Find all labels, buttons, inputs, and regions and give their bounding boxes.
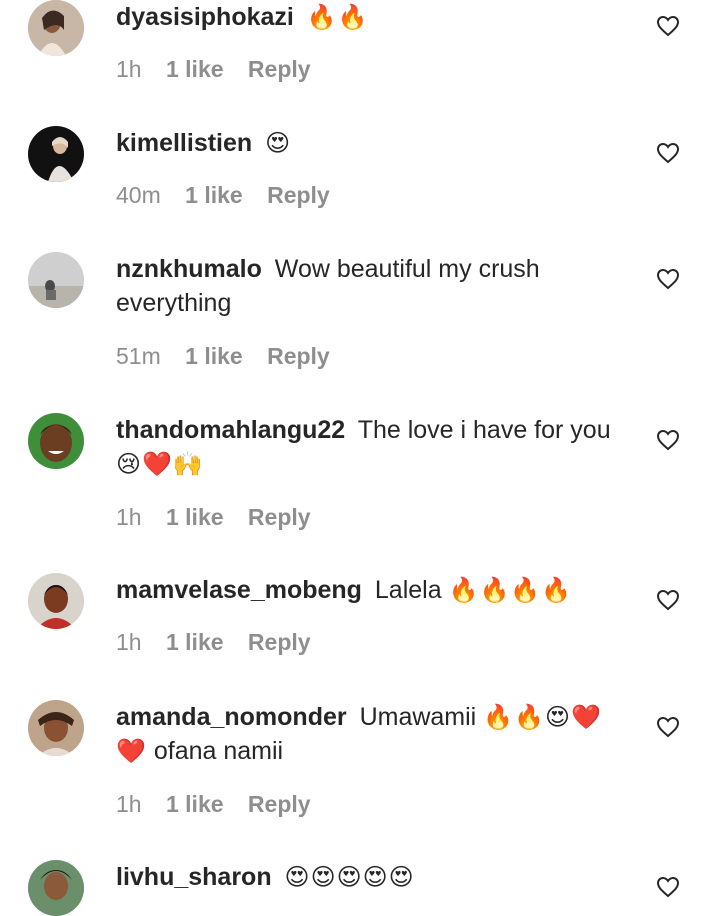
- comment-text: kimellistien 😍: [116, 126, 631, 160]
- heart-outline-icon[interactable]: [656, 15, 680, 37]
- comment-username[interactable]: kimellistien: [116, 129, 252, 157]
- heart-outline-icon[interactable]: [656, 589, 680, 611]
- comment-meta: 1h 1 like Reply: [116, 504, 329, 531]
- comment-meta: 1h 1 like Reply: [116, 629, 329, 656]
- avatar[interactable]: [28, 252, 84, 308]
- comment-meta: 1h 1 like Reply: [116, 56, 329, 83]
- comment-time: 1h: [116, 56, 142, 82]
- comment-text: mamvelase_mobeng Lalela 🔥🔥🔥🔥: [116, 573, 631, 607]
- comment-body: The love i have for you: [357, 416, 611, 444]
- comment-time: 40m: [116, 182, 161, 208]
- avatar-image: [28, 0, 84, 56]
- avatar[interactable]: [28, 860, 84, 916]
- like-count[interactable]: 1 like: [185, 182, 243, 208]
- heart-outline-icon[interactable]: [656, 876, 680, 898]
- avatar[interactable]: [28, 0, 84, 56]
- comment-body: Lalela: [374, 576, 442, 604]
- comment-time: 1h: [116, 504, 142, 530]
- reply-button[interactable]: Reply: [248, 791, 311, 817]
- avatar-image: [28, 700, 84, 756]
- comment-username[interactable]: nznkhumalo: [116, 255, 262, 283]
- avatar-image: [28, 126, 84, 182]
- reply-button[interactable]: Reply: [248, 629, 311, 655]
- avatar[interactable]: [28, 573, 84, 629]
- comment-emoji: 😢❤️🙌: [116, 450, 204, 478]
- comment-username[interactable]: amanda_nomonder: [116, 703, 347, 731]
- reply-button[interactable]: Reply: [267, 343, 330, 369]
- comment-meta: 51m 1 like Reply: [116, 343, 348, 370]
- comment-username[interactable]: mamvelase_mobeng: [116, 576, 362, 604]
- avatar[interactable]: [28, 413, 84, 469]
- comment-meta: 1h 1 like Reply: [116, 791, 329, 818]
- like-count[interactable]: 1 like: [166, 629, 224, 655]
- comment-text: thandomahlangu22 The love i have for you…: [116, 413, 631, 481]
- reply-button[interactable]: Reply: [267, 182, 330, 208]
- comment-emoji: 🔥🔥🔥🔥: [448, 576, 573, 604]
- like-count[interactable]: 1 like: [166, 56, 224, 82]
- reply-button[interactable]: Reply: [248, 56, 311, 82]
- comment-text: amanda_nomonder Umawamii 🔥🔥😍❤️ ❤️ ofana …: [116, 700, 631, 768]
- avatar-image: [28, 573, 84, 629]
- comment-body: Umawamii: [359, 703, 477, 731]
- avatar-image: [28, 413, 84, 469]
- heart-outline-icon[interactable]: [656, 716, 680, 738]
- avatar-image: [28, 252, 84, 308]
- comment-time: 1h: [116, 791, 142, 817]
- heart-outline-icon[interactable]: [656, 429, 680, 451]
- comment-time: 51m: [116, 343, 161, 369]
- comment-username[interactable]: livhu_sharon: [116, 863, 272, 891]
- comment-text: nznkhumalo Wow beautiful my crush everyt…: [116, 252, 631, 320]
- avatar[interactable]: [28, 126, 84, 182]
- like-count[interactable]: 1 like: [166, 791, 224, 817]
- comment-time: 1h: [116, 629, 142, 655]
- heart-outline-icon[interactable]: [656, 268, 680, 290]
- avatar-image: [28, 860, 84, 916]
- heart-outline-icon[interactable]: [656, 142, 680, 164]
- comment-username[interactable]: thandomahlangu22: [116, 416, 345, 444]
- comment-username[interactable]: dyasisiphokazi: [116, 3, 294, 31]
- avatar[interactable]: [28, 700, 84, 756]
- like-count[interactable]: 1 like: [185, 343, 243, 369]
- comment-text: dyasisiphokazi 🔥🔥: [116, 0, 631, 34]
- like-count[interactable]: 1 like: [166, 504, 224, 530]
- reply-button[interactable]: Reply: [248, 504, 311, 530]
- comment-emoji: 🔥🔥: [306, 3, 369, 31]
- comment-emoji: 😍: [265, 129, 292, 157]
- comment-emoji: 😍😍😍😍😍: [284, 863, 415, 891]
- comment-meta: 40m 1 like Reply: [116, 182, 348, 209]
- comment-body-continued: ofana namii: [153, 737, 284, 765]
- comment-text: livhu_sharon 😍😍😍😍😍: [116, 860, 631, 894]
